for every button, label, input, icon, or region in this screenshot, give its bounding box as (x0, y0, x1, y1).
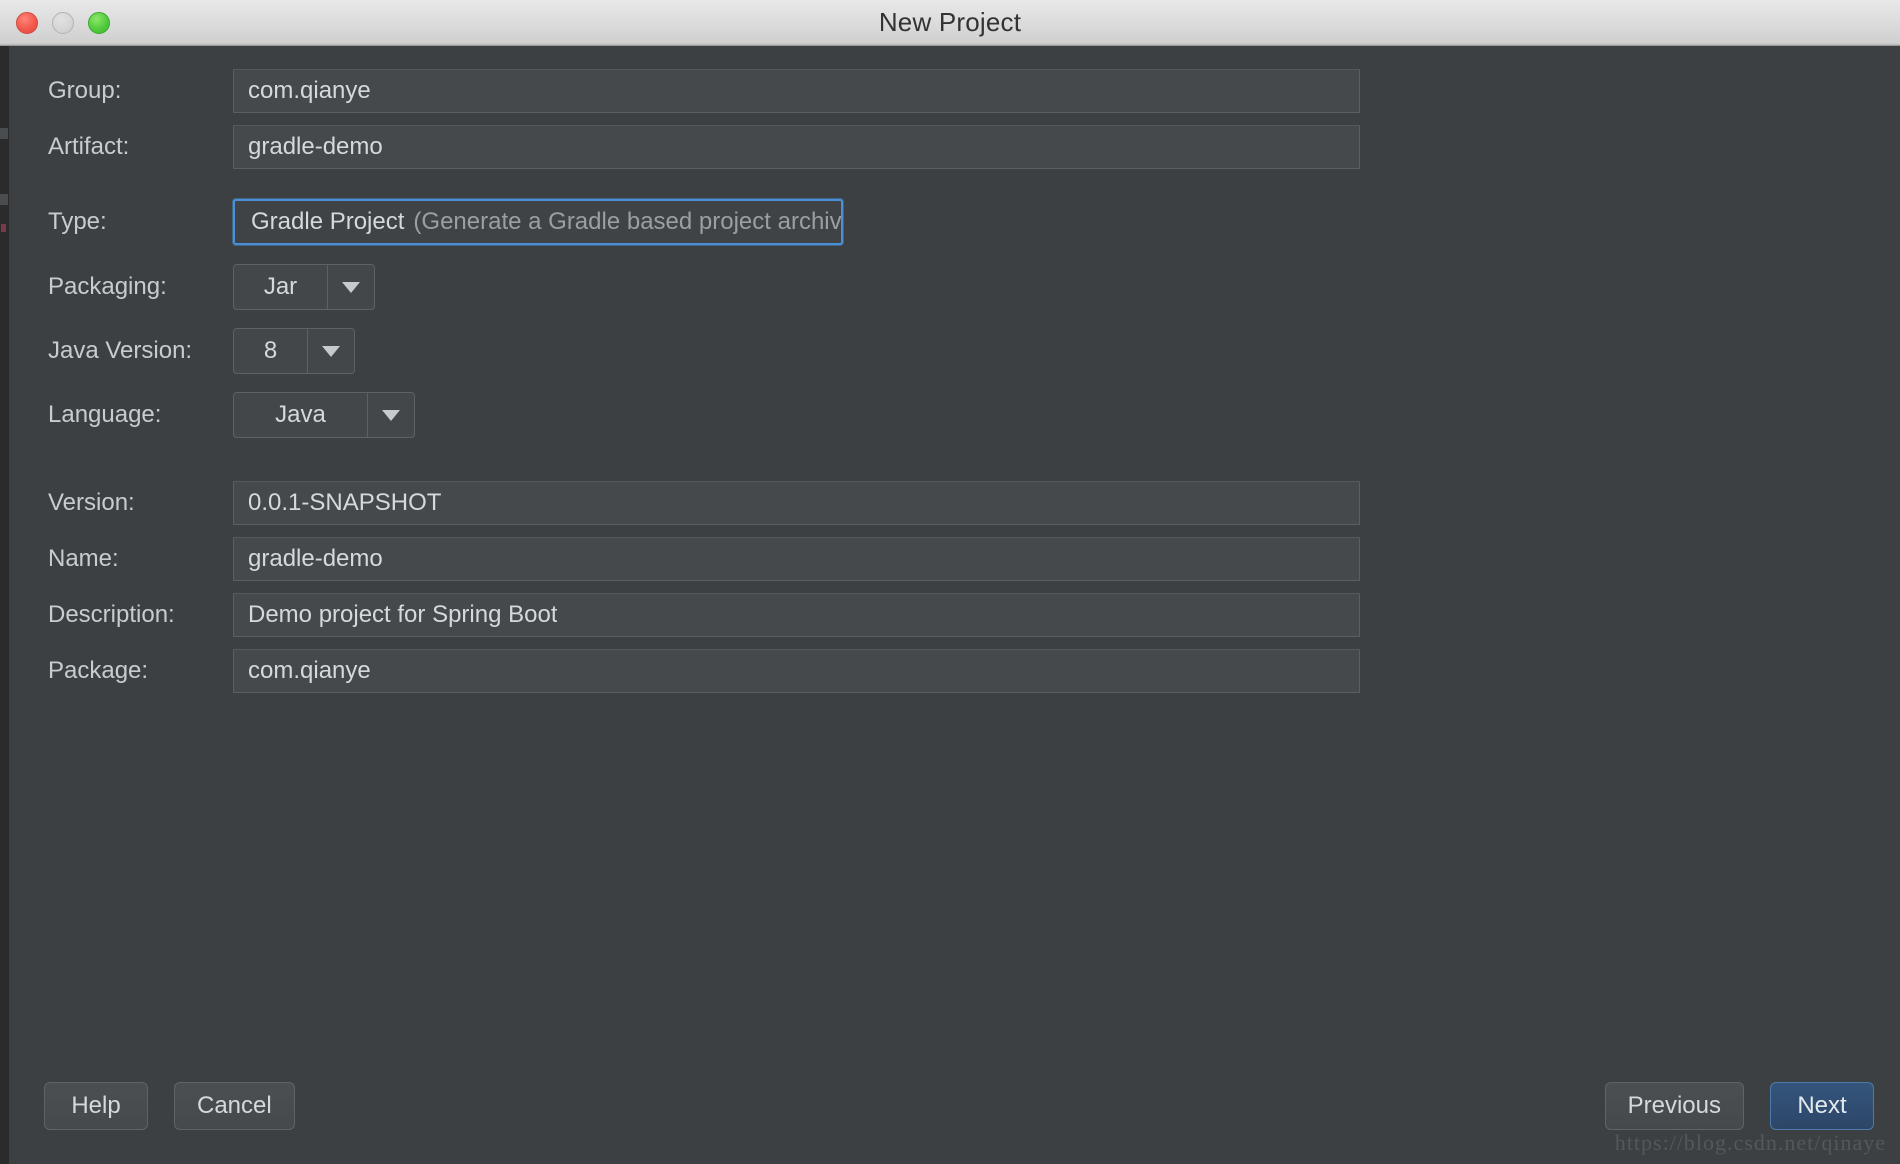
language-label: Language: (48, 401, 162, 428)
version-value: 0.0.1-SNAPSHOT (248, 489, 442, 516)
artifact-input[interactable]: gradle-demo (233, 125, 1360, 169)
next-button[interactable]: Next (1770, 1082, 1874, 1130)
type-value: Gradle Project (251, 208, 405, 235)
new-project-dialog: New Project Group: com.qianye Artifact: … (0, 0, 1900, 1164)
version-label: Version: (48, 489, 135, 516)
group-label: Group: (48, 77, 122, 104)
java-version-value: 8 (263, 337, 278, 364)
packaging-combobox[interactable]: Jar (233, 264, 375, 310)
window-title: New Project (878, 7, 1022, 37)
type-combobox-text: Gradle Project (Generate a Gradle based … (235, 201, 843, 243)
window-titlebar: New Project (0, 0, 1900, 46)
name-input[interactable]: gradle-demo (233, 537, 1360, 581)
artifact-value: gradle-demo (248, 133, 383, 160)
minimize-button[interactable] (52, 11, 74, 34)
artifact-label: Artifact: (48, 133, 130, 160)
packaging-combobox-text: Jar (234, 265, 327, 309)
package-value: com.qianye (248, 657, 371, 684)
group-input[interactable]: com.qianye (233, 69, 1360, 113)
version-input[interactable]: 0.0.1-SNAPSHOT (233, 481, 1360, 525)
background-window-sliver (0, 46, 9, 1164)
packaging-value: Jar (263, 273, 298, 300)
java-version-combobox[interactable]: 8 (233, 328, 355, 374)
type-label: Type: (48, 208, 107, 235)
help-button[interactable]: Help (44, 1082, 148, 1130)
zoom-button[interactable] (88, 11, 110, 34)
cancel-button[interactable]: Cancel (174, 1082, 295, 1130)
packaging-chevron-down-icon[interactable] (327, 265, 374, 309)
description-input[interactable]: Demo project for Spring Boot (233, 593, 1360, 637)
package-input[interactable]: com.qianye (233, 649, 1360, 693)
footer-right-buttons: Previous Next (1604, 1082, 1874, 1130)
description-label: Description: (48, 601, 175, 628)
watermark: https://blog.csdn.net/qinaye (1614, 1130, 1886, 1155)
type-hint: (Generate a Gradle based project archive… (413, 208, 843, 235)
window-controls (16, 11, 110, 34)
name-label: Name: (48, 545, 119, 572)
language-combobox[interactable]: Java (233, 392, 415, 438)
close-button[interactable] (16, 11, 38, 34)
language-combobox-text: Java (234, 393, 367, 437)
footer-left-buttons: Help Cancel (44, 1082, 295, 1130)
name-value: gradle-demo (248, 545, 383, 572)
java-version-label: Java Version: (48, 337, 193, 364)
language-chevron-down-icon[interactable] (367, 393, 414, 437)
java-version-chevron-down-icon[interactable] (307, 329, 354, 373)
previous-button[interactable]: Previous (1604, 1082, 1744, 1130)
description-value: Demo project for Spring Boot (248, 601, 558, 628)
group-value: com.qianye (248, 77, 371, 104)
java-version-combobox-text: 8 (234, 329, 307, 373)
packaging-label: Packaging: (48, 273, 167, 300)
type-combobox[interactable]: Gradle Project (Generate a Gradle based … (233, 199, 843, 245)
dialog-content: Group: com.qianye Artifact: gradle-demo … (0, 46, 1900, 1164)
language-value: Java (275, 401, 326, 428)
package-label: Package: (48, 657, 149, 684)
